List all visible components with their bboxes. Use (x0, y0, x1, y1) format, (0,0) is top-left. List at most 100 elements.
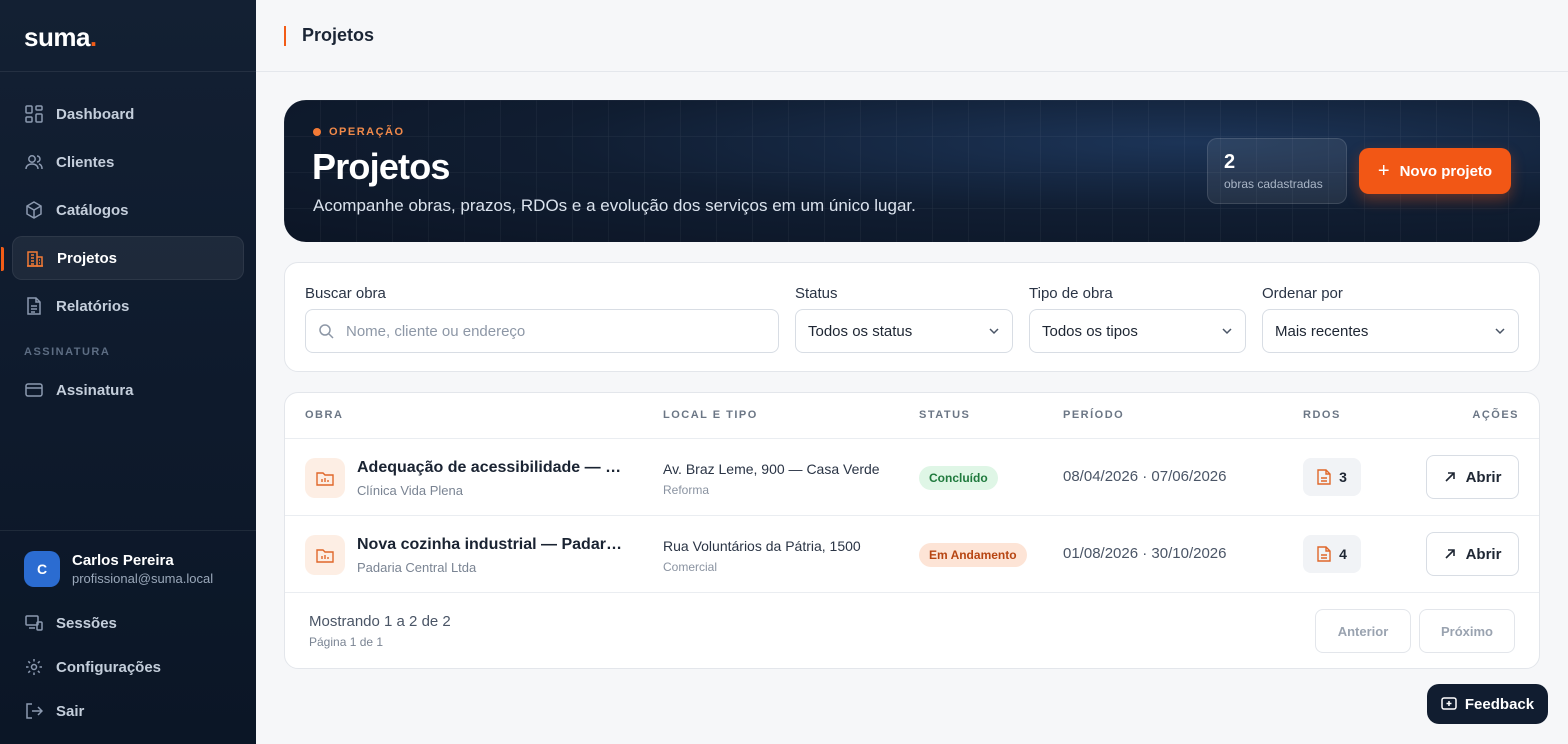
plus-icon: + (1377, 160, 1390, 182)
sidebar: suma. Dashboard Clientes Catálogos Proje… (0, 0, 256, 744)
avatar: C (24, 551, 60, 587)
sessions-icon (24, 613, 44, 633)
sessions-label: Sessões (56, 614, 117, 632)
search-placeholder: Nome, cliente ou endereço (346, 322, 526, 340)
feedback-icon (1441, 697, 1457, 710)
status-badge: Em Andamento (919, 543, 1027, 567)
hero-banner: OPERAÇÃO Projetos Acompanhe obras, prazo… (284, 100, 1540, 242)
order-label: Ordenar por (1262, 285, 1343, 302)
sidebar-item-catalogos[interactable]: Catálogos (12, 188, 244, 232)
column-header-status: STATUS (919, 409, 971, 421)
arrow-up-right-icon (1445, 472, 1455, 482)
sessions-link[interactable]: Sessões (0, 601, 256, 645)
status-label: Status (795, 285, 838, 302)
rdo-count[interactable]: 4 (1303, 535, 1361, 573)
sidebar-item-label: Catálogos (56, 201, 129, 219)
new-project-button[interactable]: + Novo projeto (1359, 148, 1511, 194)
column-header-rdos: RDOS (1303, 409, 1341, 421)
search-label: Buscar obra (305, 285, 386, 302)
pagination-page: Página 1 de 1 (309, 635, 384, 649)
arrow-up-right-icon (1445, 549, 1455, 559)
chevron-down-icon (1222, 328, 1232, 335)
new-project-label: Novo projeto (1399, 162, 1493, 180)
folder-icon (305, 458, 345, 498)
gear-icon (24, 657, 44, 677)
project-client: Padaria Central Ltda (357, 560, 477, 575)
column-header-periodo: PERÍODO (1063, 409, 1125, 421)
settings-link[interactable]: Configurações (0, 645, 256, 689)
sidebar-item-clientes[interactable]: Clientes (12, 140, 244, 184)
user-email: profissional@suma.local (72, 571, 214, 586)
table-row[interactable]: Nova cozinha industrial — Padaria Centra… (285, 516, 1539, 593)
projects-count-label: obras cadastradas (1224, 177, 1323, 191)
sidebar-item-assinatura[interactable]: Assinatura (12, 368, 244, 412)
hero-subtitle: Acompanhe obras, prazos, RDOs e a evoluç… (313, 196, 916, 215)
sidebar-nav: Dashboard Clientes Catálogos Projetos Re… (0, 72, 256, 412)
user-profile[interactable]: C Carlos Pereira profissional@suma.local (0, 551, 256, 587)
box-icon (24, 200, 44, 220)
search-input[interactable]: Nome, cliente ou endereço (305, 309, 779, 353)
projects-count: 2 (1224, 151, 1236, 173)
sidebar-item-dashboard[interactable]: Dashboard (12, 92, 244, 136)
search-icon (319, 324, 334, 339)
status-badge: Concluído (919, 466, 998, 490)
table-footer: Mostrando 1 a 2 de 2 Página 1 de 1 Anter… (285, 593, 1539, 668)
card-icon (24, 380, 44, 400)
rdo-count[interactable]: 3 (1303, 458, 1361, 496)
logout-link[interactable]: Sair (0, 689, 256, 733)
project-name[interactable]: Nova cozinha industrial — Padaria Centra… (357, 536, 625, 554)
settings-label: Configurações (56, 658, 162, 676)
project-name[interactable]: Adequação de acessibilidade — Clínica Vi… (357, 459, 625, 477)
feedback-label: Feedback (1464, 695, 1535, 713)
status-select-value: Todos os status (808, 322, 913, 340)
folder-icon (305, 535, 345, 575)
open-project-button[interactable]: Abrir (1426, 455, 1519, 499)
feedback-button[interactable]: Feedback (1427, 684, 1548, 724)
topbar-accent (284, 25, 286, 46)
sidebar-item-label: Dashboard (56, 105, 135, 123)
open-project-button[interactable]: Abrir (1426, 532, 1519, 576)
hero-title: Projetos (312, 146, 450, 187)
projects-table: OBRA LOCAL E TIPO STATUS PERÍODO RDOS AÇ… (284, 392, 1540, 669)
column-header-local: LOCAL E TIPO (663, 409, 758, 421)
logout-icon (24, 701, 44, 721)
open-label: Abrir (1465, 545, 1502, 563)
type-group: Tipo de obra Todos os tipos (1029, 285, 1246, 353)
type-select-value: Todos os tipos (1042, 322, 1138, 340)
sidebar-footer: C Carlos Pereira profissional@suma.local… (0, 530, 256, 744)
building-icon (25, 248, 45, 268)
sidebar-item-projetos[interactable]: Projetos (1, 236, 244, 280)
next-page-button[interactable]: Próximo (1419, 609, 1515, 653)
users-icon (24, 152, 44, 172)
document-icon (1317, 546, 1331, 562)
project-type: Comercial (663, 560, 718, 574)
logout-label: Sair (56, 702, 85, 720)
table-row[interactable]: Adequação de acessibilidade — Clínica Vi… (285, 439, 1539, 516)
column-header-obra: OBRA (305, 409, 344, 421)
rdo-count-value: 3 (1339, 469, 1347, 485)
order-select-value: Mais recentes (1275, 322, 1369, 340)
project-period: 08/04/2026 · 07/06/2026 (1063, 468, 1227, 485)
logo-text: suma (24, 22, 90, 52)
hero-eyebrow: OPERAÇÃO (313, 126, 405, 138)
sidebar-item-label: Projetos (57, 249, 118, 267)
sidebar-item-label: Relatórios (56, 297, 130, 315)
type-select[interactable]: Todos os tipos (1029, 309, 1246, 353)
open-label: Abrir (1465, 468, 1502, 486)
status-select[interactable]: Todos os status (795, 309, 1013, 353)
rdo-count-value: 4 (1339, 546, 1347, 562)
sidebar-item-label: Assinatura (56, 381, 134, 399)
order-select[interactable]: Mais recentes (1262, 309, 1519, 353)
search-group: Buscar obra Nome, cliente ou endereço (305, 285, 779, 353)
logo-area: suma. (0, 0, 256, 72)
sidebar-item-label: Clientes (56, 153, 115, 171)
project-location: Av. Braz Leme, 900 — Casa Verde (663, 461, 880, 477)
page-title: Projetos (302, 25, 375, 45)
sidebar-item-relatorios[interactable]: Relatórios (12, 284, 244, 328)
previous-page-button[interactable]: Anterior (1315, 609, 1411, 653)
hero-grid-pattern (284, 100, 1540, 242)
eyebrow-dot-icon (313, 128, 321, 136)
logo[interactable]: suma. (24, 22, 232, 53)
project-period: 01/08/2026 · 30/10/2026 (1063, 545, 1227, 562)
chevron-down-icon (1495, 328, 1505, 335)
